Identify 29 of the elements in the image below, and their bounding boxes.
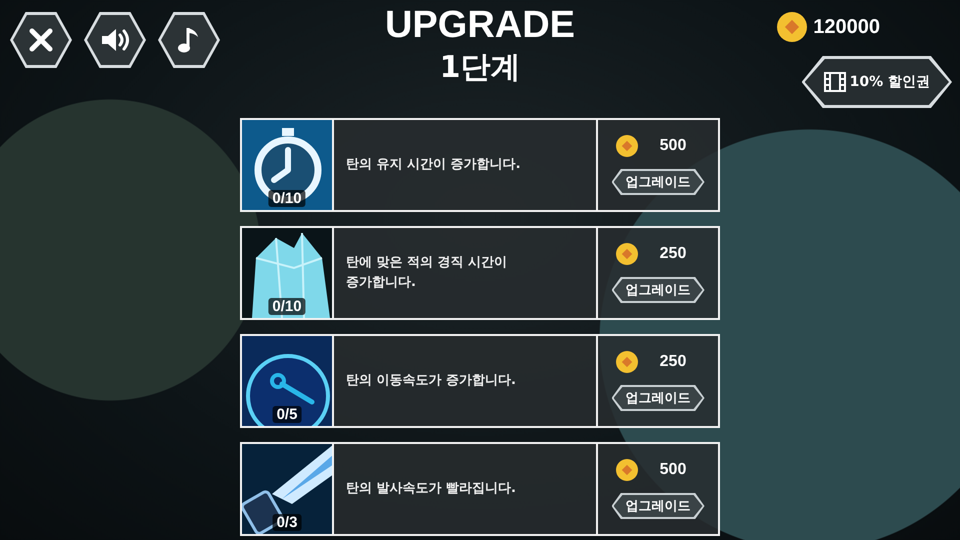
coin-balance: 120000 — [813, 16, 880, 38]
upgrade-price: 250 — [660, 353, 686, 371]
coin-icon — [616, 243, 638, 265]
upgrade-button[interactable]: 업그레이드 — [612, 385, 704, 411]
screen-title: UPGRADE — [384, 3, 576, 48]
upgrade-level: 0/3 — [272, 514, 302, 531]
upgrade-description: 탄에 맞은 적의 경직 시간이 증가합니다. — [346, 254, 508, 292]
coin-icon — [616, 459, 638, 481]
upgrade-level: 0/5 — [272, 406, 302, 423]
music-note-icon — [177, 25, 201, 55]
upgrade-button[interactable]: 업그레이드 — [612, 169, 704, 195]
coin-icon — [616, 351, 638, 373]
coin-icon — [777, 12, 808, 42]
coupon-button[interactable]: 10% 할인권 — [802, 56, 952, 108]
upgrade-price: 500 — [660, 461, 686, 479]
upgrade-description: 탄의 이동속도가 증가합니다. — [346, 372, 516, 390]
upgrade-price: 250 — [660, 245, 686, 263]
coin-icon — [616, 135, 638, 157]
stage-label: 1단계 — [440, 49, 520, 87]
upgrade-description: 탄의 발사속도가 빨라집니다. — [346, 480, 516, 498]
upgrade-price: 500 — [660, 137, 686, 155]
upgrade-level: 0/10 — [268, 190, 306, 207]
upgrade-level: 0/10 — [268, 298, 306, 315]
upgrade-button[interactable]: 업그레이드 — [612, 277, 704, 303]
upgrade-description: 탄의 유지 시간이 증가합니다. — [346, 156, 521, 174]
speaker-icon — [99, 26, 131, 54]
film-icon — [824, 72, 846, 92]
close-icon — [27, 26, 55, 54]
upgrade-button[interactable]: 업그레이드 — [612, 493, 704, 519]
